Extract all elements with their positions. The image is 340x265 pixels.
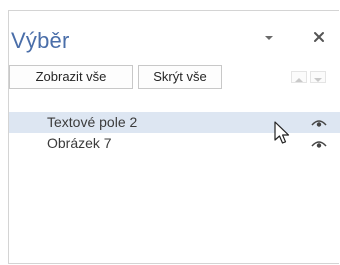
close-button[interactable] bbox=[311, 29, 327, 45]
move-up-button[interactable] bbox=[291, 71, 307, 83]
list-item-label: Textové pole 2 bbox=[47, 114, 138, 130]
triangle-down-icon bbox=[314, 78, 322, 82]
pane-title: Výběr bbox=[11, 28, 70, 53]
eye-icon[interactable] bbox=[311, 118, 327, 128]
selection-list: Textové pole 2 Obrázek 7 bbox=[9, 112, 340, 154]
chevron-down-icon bbox=[265, 36, 273, 40]
triangle-up-icon bbox=[295, 78, 303, 82]
pane-options-button[interactable] bbox=[263, 31, 275, 43]
show-all-button[interactable]: Zobrazit vše bbox=[9, 65, 133, 89]
close-icon bbox=[314, 32, 324, 42]
list-item-label: Obrázek 7 bbox=[47, 135, 112, 151]
hide-all-button[interactable]: Skrýt vše bbox=[138, 65, 222, 89]
list-item[interactable]: Obrázek 7 bbox=[9, 133, 340, 154]
selection-pane: Výběr Zobrazit vše Skrýt vše Textové pol… bbox=[8, 10, 340, 264]
list-item[interactable]: Textové pole 2 bbox=[9, 112, 340, 133]
eye-icon[interactable] bbox=[311, 139, 327, 149]
move-down-button[interactable] bbox=[310, 71, 326, 83]
